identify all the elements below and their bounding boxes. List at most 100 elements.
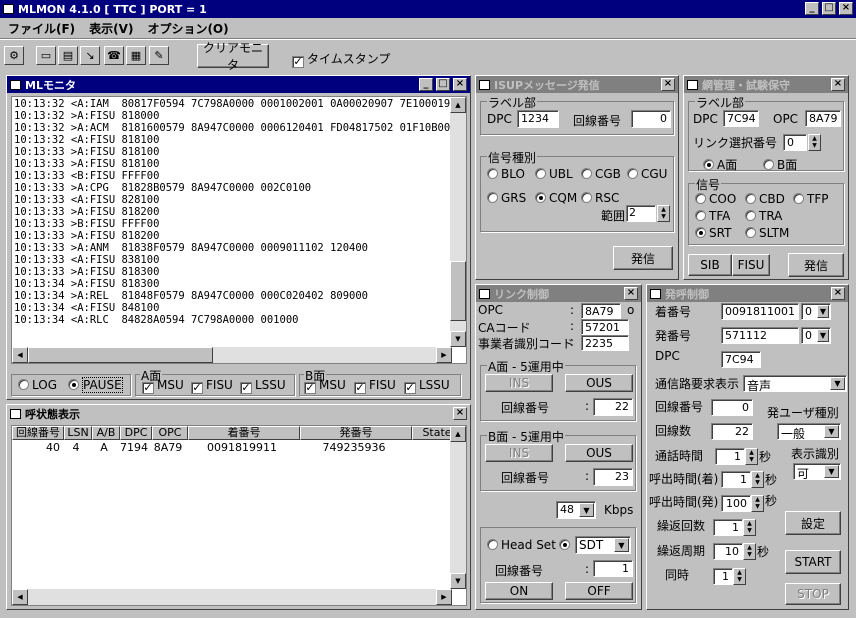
call-circuit-input[interactable]: 0 (711, 399, 753, 416)
column-header[interactable]: 回線番号 (12, 426, 64, 440)
menu-view[interactable]: 表示(V) (89, 20, 133, 38)
repeat-count-input[interactable]: 1 (713, 519, 743, 536)
network-signal-radio-tra[interactable]: TRA (745, 209, 782, 223)
column-header[interactable]: 発番号 (300, 426, 412, 440)
ml-vscroll[interactable]: ▲ ▼ (450, 97, 466, 347)
ml-maximize-button[interactable]: □ (436, 78, 450, 91)
sdt-radio[interactable] (559, 538, 573, 552)
ml-minimize-button[interactable]: _ (419, 78, 433, 91)
carrier-code-input[interactable]: 2235 (581, 335, 629, 351)
isup-close-button[interactable]: × (661, 78, 675, 91)
b-ous-button[interactable]: OUS (565, 444, 633, 462)
talk-time-spinner[interactable]: ▲ ▼ (745, 448, 758, 465)
b-msu-checkbox[interactable]: ✓ MSU (304, 378, 346, 394)
ml-hscroll[interactable]: ◀ ▶ (12, 347, 452, 363)
isup-signal-radio-ubl[interactable]: UBL (535, 167, 573, 181)
service-select[interactable]: 音声 ▼ (743, 375, 847, 393)
isup-signal-radio-cqm[interactable]: CQM (535, 191, 577, 205)
circuit-count-input[interactable]: 22 (711, 423, 753, 440)
isup-signal-radio-grs[interactable]: GRS (487, 191, 526, 205)
calling-type-select[interactable]: 0 ▼ (801, 327, 831, 344)
start-button[interactable]: START (785, 550, 841, 574)
phone-icon[interactable]: ☎ (104, 46, 124, 65)
close-button[interactable]: × (839, 2, 853, 15)
isup-signal-radio-blo[interactable]: BLO (487, 167, 525, 181)
set-button[interactable]: 設定 (785, 511, 841, 535)
isup-circuit-input[interactable]: 0 (631, 110, 671, 128)
headset-radio[interactable]: Head Set (487, 538, 556, 552)
timestamp-checkbox[interactable]: ✓ タイムスタンプ (292, 50, 390, 68)
network-signal-radio-tfa[interactable]: TFA (695, 209, 730, 223)
maximize-button[interactable]: □ (822, 2, 836, 15)
column-header[interactable]: DPC (120, 426, 152, 440)
called-type-select[interactable]: 0 ▼ (801, 303, 831, 320)
ring-out-input[interactable]: 100 (721, 495, 751, 512)
cs-vscroll[interactable]: ▲ ▼ (450, 426, 466, 589)
isup-send-button[interactable]: 発信 (613, 246, 673, 270)
ml-hscroll-thumb[interactable] (28, 347, 213, 363)
fisu-button[interactable]: FISU (732, 254, 770, 276)
clear-monitor-button[interactable]: クリアモニタ (197, 41, 269, 72)
headset-circuit-input[interactable]: 1 (593, 560, 633, 577)
scroll-down-icon[interactable]: ▼ (450, 573, 466, 589)
user-type-select[interactable]: 一般 ▼ (777, 423, 841, 441)
repeat-period-spinner[interactable]: ▲ ▼ (743, 543, 756, 560)
ml-log-area[interactable]: 10:13:32 <A:IAM 80817F0594 7C798A0000 00… (11, 96, 467, 364)
wrench-icon[interactable]: ✎ (149, 46, 169, 65)
ml-close-button[interactable]: × (453, 78, 467, 91)
column-header[interactable]: A/B (92, 426, 120, 440)
log-radio[interactable]: LOG (18, 378, 57, 392)
link-close-button[interactable]: × (624, 287, 638, 300)
off-button[interactable]: OFF (565, 582, 633, 600)
link-select-spinner[interactable]: ▲ ▼ (808, 134, 821, 151)
cs-hscroll[interactable]: ◀ ▶ (12, 589, 452, 605)
menu-file[interactable]: ファイル(F) (8, 20, 75, 38)
isup-range-input[interactable]: 2 (626, 205, 656, 222)
network-side-a-radio[interactable]: A面 (703, 156, 737, 173)
network-dpc-input[interactable]: 7C94 (723, 110, 759, 127)
repeat-count-spinner[interactable]: ▲ ▼ (743, 519, 756, 536)
ring-in-input[interactable]: 1 (721, 471, 751, 488)
b-fisu-checkbox[interactable]: ✓ FISU (354, 378, 396, 394)
network-signal-radio-cbd[interactable]: CBD (745, 192, 785, 206)
display-select[interactable]: 可 ▼ (793, 463, 841, 481)
ml-vscroll-thumb[interactable] (450, 261, 466, 321)
network-side-b-radio[interactable]: B面 (763, 156, 797, 173)
network-close-button[interactable]: × (831, 78, 845, 91)
column-header[interactable]: OPC (152, 426, 188, 440)
settings-icon[interactable]: ▤ (58, 46, 78, 65)
scroll-right-icon[interactable]: ▶ (436, 589, 452, 605)
isup-dpc-input[interactable]: 1234 (517, 110, 559, 128)
call-icon[interactable]: ↘ (80, 46, 100, 65)
talk-time-input[interactable]: 1 (715, 448, 745, 465)
monitor-icon[interactable]: ▭ (36, 46, 56, 65)
isup-signal-radio-rsc[interactable]: RSC (581, 191, 619, 205)
menu-options[interactable]: オプション(O) (147, 20, 228, 38)
call-ctrl-close-button[interactable]: × (831, 287, 845, 300)
b-ins-button[interactable]: INS (485, 444, 553, 462)
stop-button[interactable]: STOP (785, 583, 841, 605)
isup-signal-radio-cgu[interactable]: CGU (627, 167, 667, 181)
a-ous-button[interactable]: OUS (565, 374, 633, 392)
call-state-close-button[interactable]: × (453, 407, 467, 420)
scroll-up-icon[interactable]: ▲ (450, 426, 466, 442)
pause-radio[interactable]: PAUSE (68, 377, 123, 393)
isup-signal-radio-cgb[interactable]: CGB (581, 167, 621, 181)
on-button[interactable]: ON (485, 582, 553, 600)
call-state-table[interactable]: 回線番号 LSN A/B DPC OPC 着番号 発番号 State 40 4 A 7194 8A79… (11, 425, 467, 606)
a-circuit-input[interactable]: 22 (593, 398, 633, 416)
network-signal-radio-sltm[interactable]: SLTM (745, 226, 789, 240)
b-lssu-checkbox[interactable]: ✓ LSSU (404, 378, 450, 394)
network-opc-input[interactable]: 8A79 (805, 110, 841, 127)
a-lssu-checkbox[interactable]: ✓ LSSU (240, 378, 286, 394)
sib-button[interactable]: SIB (688, 254, 732, 276)
scroll-down-icon[interactable]: ▼ (450, 331, 466, 347)
scroll-up-icon[interactable]: ▲ (450, 97, 466, 113)
network-signal-radio-coo[interactable]: COO (695, 192, 736, 206)
scroll-right-icon[interactable]: ▶ (436, 347, 452, 363)
ring-out-spinner[interactable]: ▲ ▼ (751, 495, 764, 512)
column-header[interactable]: LSN (64, 426, 92, 440)
call-dpc-input[interactable]: 7C94 (721, 351, 761, 368)
a-msu-checkbox[interactable]: ✓ MSU (142, 378, 184, 394)
a-fisu-checkbox[interactable]: ✓ FISU (191, 378, 233, 394)
